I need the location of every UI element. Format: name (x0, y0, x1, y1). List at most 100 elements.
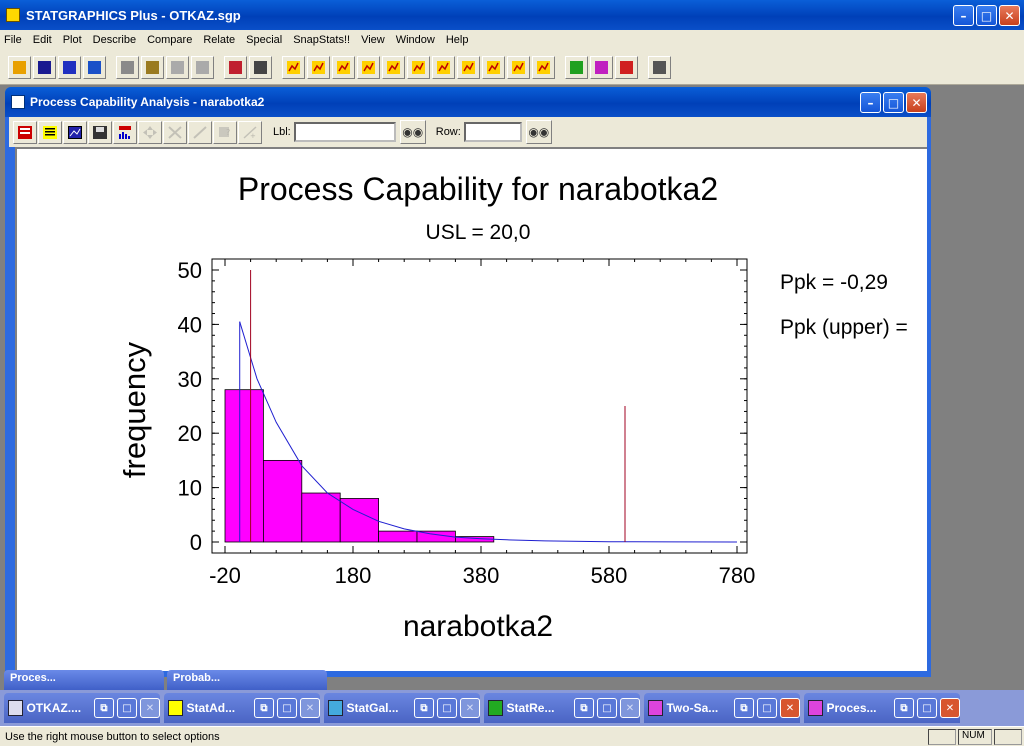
print-icon (229, 60, 242, 74)
print-button[interactable] (224, 55, 247, 79)
box-whisker-button[interactable] (307, 55, 330, 79)
taskbar-window-5[interactable]: Proces... ⧉ □ ✕ (804, 693, 960, 723)
graphical-options-button[interactable] (63, 120, 87, 144)
statadvisor-button[interactable] (565, 55, 588, 79)
taskbar-restore-button[interactable]: ⧉ (254, 698, 274, 718)
tabular-options-button[interactable] (38, 120, 62, 144)
menu-compare[interactable]: Compare (147, 34, 192, 46)
menu-view[interactable]: View (361, 34, 385, 46)
x-axis-label: narabotka2 (403, 610, 553, 643)
save-results-button[interactable] (88, 120, 112, 144)
analysis-window-icon (11, 95, 25, 109)
taskbar-maximize-button[interactable]: □ (917, 698, 937, 718)
menu-relate[interactable]: Relate (203, 34, 235, 46)
taskbar-close-button[interactable]: ✕ (140, 698, 160, 718)
taskbar-close-button[interactable]: ✕ (460, 698, 480, 718)
cross-button[interactable] (357, 55, 380, 79)
minimized-window-label: Probab... (173, 672, 221, 684)
taskbar-restore-button[interactable]: ⧉ (94, 698, 114, 718)
undo-button[interactable] (191, 55, 214, 79)
taskbar-restore-button[interactable]: ⧉ (574, 698, 594, 718)
minimize-button[interactable]: – (953, 5, 974, 26)
taskbar-window-3[interactable]: StatRe... ⧉ □ ✕ (484, 693, 640, 723)
taskbar-close-button[interactable]: ✕ (620, 698, 640, 718)
data-grid-button[interactable] (58, 55, 81, 79)
close-button[interactable]: ✕ (999, 5, 1020, 26)
menu-special[interactable]: Special (246, 34, 282, 46)
cut-button[interactable] (116, 55, 139, 79)
scatterplot-button[interactable] (282, 55, 305, 79)
smooth-button[interactable]: + (238, 120, 262, 144)
print-preview-button[interactable] (249, 55, 272, 79)
minimized-window-process[interactable]: Proces... (4, 670, 164, 690)
glm-icon (537, 60, 550, 74)
pane-options-button[interactable] (188, 120, 212, 144)
child-title-bar: Process Capability Analysis - narabotka2… (5, 87, 931, 117)
taskbar-maximize-button[interactable]: □ (117, 698, 137, 718)
globe-button[interactable] (482, 55, 505, 79)
save-icon (38, 60, 51, 74)
exclude-point-button[interactable]: ? (213, 120, 237, 144)
taskbar-close-button[interactable]: ✕ (780, 698, 800, 718)
copy-button[interactable] (141, 55, 164, 79)
taskbar-window-2[interactable]: StatGal... ⧉ □ ✕ (324, 693, 480, 723)
row-input[interactable] (463, 122, 522, 142)
data-grid-icon (63, 60, 76, 74)
maximize-button[interactable]: □ (976, 5, 997, 26)
zoom-button[interactable] (163, 120, 187, 144)
taskbar-maximize-button[interactable]: □ (277, 698, 297, 718)
taskbar-window-1[interactable]: StatAd... ⧉ □ ✕ (164, 693, 320, 723)
taskbar-window-0[interactable]: OTKAZ.... ⧉ □ ✕ (4, 693, 160, 723)
menu-window[interactable]: Window (396, 34, 435, 46)
taskbar-maximize-button[interactable]: □ (597, 698, 617, 718)
calculator-button[interactable] (648, 55, 671, 79)
find-row-button[interactable]: ◉◉ (525, 120, 552, 144)
open-button[interactable] (8, 55, 31, 79)
move-button[interactable] (138, 120, 162, 144)
stat-options-button[interactable] (113, 120, 137, 144)
taskbar-restore-button[interactable]: ⧉ (734, 698, 754, 718)
stat-options-icon (119, 125, 131, 139)
taskbar-maximize-button[interactable]: □ (437, 698, 457, 718)
child-maximize-button[interactable]: □ (883, 92, 904, 113)
minimized-windows: Proces... Probab... (0, 670, 1024, 690)
menu-plot[interactable]: Plot (63, 34, 82, 46)
taskbar-restore-button[interactable]: ⧉ (894, 698, 914, 718)
save-button[interactable] (33, 55, 56, 79)
child-close-button[interactable]: ✕ (906, 92, 927, 113)
menu-describe[interactable]: Describe (93, 34, 136, 46)
menu-edit[interactable]: Edit (33, 34, 52, 46)
lbl-input[interactable] (293, 122, 396, 142)
taskbar-window-label: StatAd... (186, 701, 236, 715)
distribution-button[interactable] (432, 55, 455, 79)
input-dialog-icon (18, 125, 32, 139)
bar-chart-button[interactable] (332, 55, 355, 79)
status-cell (994, 728, 1022, 745)
find-label-button[interactable]: ◉◉ (399, 120, 426, 144)
taskbar-maximize-button[interactable]: □ (757, 698, 777, 718)
taskbar-restore-button[interactable]: ⧉ (414, 698, 434, 718)
line-plot-button[interactable] (407, 55, 430, 79)
child-minimize-button[interactable]: – (860, 92, 881, 113)
process-icon (808, 700, 824, 716)
taskbar-window-4[interactable]: Two-Sa... ⧉ □ ✕ (644, 693, 800, 723)
menu-file[interactable]: File (4, 34, 22, 46)
matrix-plot-button[interactable] (382, 55, 405, 79)
chart-pane[interactable]: Process Capability for narabotka2 USL = … (15, 147, 927, 671)
graphical-options-icon (68, 125, 82, 139)
wizard-button[interactable] (590, 55, 613, 79)
histogram-bar (301, 492, 341, 543)
minimized-window-probability[interactable]: Probab... (167, 670, 327, 690)
taskbar-close-button[interactable]: ✕ (940, 698, 960, 718)
regression-button[interactable] (457, 55, 480, 79)
taskbar-window-label: OTKAZ.... (26, 701, 82, 715)
help-button[interactable] (615, 55, 638, 79)
glm-button[interactable] (532, 55, 555, 79)
menu-help[interactable]: Help (446, 34, 469, 46)
paste-button[interactable] (166, 55, 189, 79)
control-chart-button[interactable] (507, 55, 530, 79)
menu-snapstats[interactable]: SnapStats!! (293, 34, 350, 46)
input-dialog-button[interactable] (13, 120, 37, 144)
save-data-button[interactable] (83, 55, 106, 79)
taskbar-close-button[interactable]: ✕ (300, 698, 320, 718)
